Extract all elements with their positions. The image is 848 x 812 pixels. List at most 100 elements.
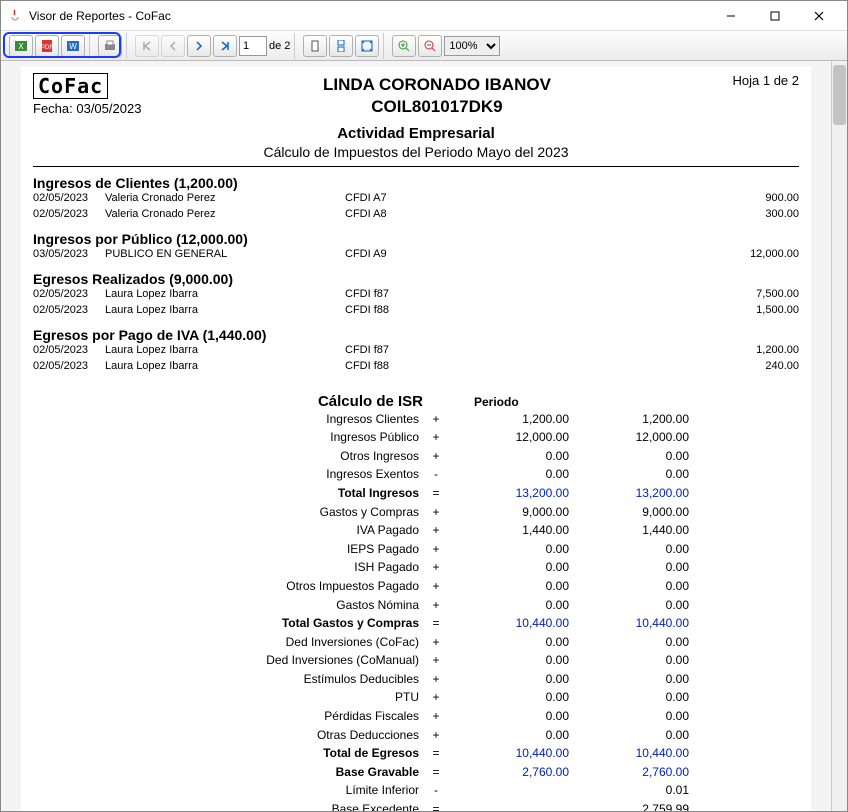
isr-op: +: [423, 651, 449, 670]
app-window: Visor de Reportes - CoFac X PDF W de 2: [0, 0, 848, 812]
isr-op: =: [423, 763, 449, 782]
vertical-scrollbar[interactable]: [831, 61, 847, 811]
isr-value-1: 0.00: [449, 447, 569, 466]
isr-label: Ingresos Clientes: [113, 410, 423, 429]
isr-row: Ded Inversiones (CoManual)+0.000.00: [113, 651, 799, 670]
isr-value-1: 0.00: [449, 633, 569, 652]
isr-label: Ded Inversiones (CoFac): [113, 633, 423, 652]
isr-row: Límite Inferior-0.01: [113, 781, 799, 800]
isr-op: =: [423, 614, 449, 633]
isr-value-2: 0.00: [569, 688, 689, 707]
isr-label: Base Excedente: [113, 800, 423, 811]
row-amount: 7,500.00: [715, 287, 799, 303]
isr-value-2: 10,440.00: [569, 744, 689, 763]
isr-value-1: 0.00: [449, 577, 569, 596]
isr-row: PTU+0.000.00: [113, 688, 799, 707]
isr-value-2: 2,759.99: [569, 800, 689, 811]
export-group: X PDF W: [5, 33, 90, 59]
isr-row: Otros Ingresos+0.000.00: [113, 447, 799, 466]
isr-label: ISH Pagado: [113, 558, 423, 577]
separator: [33, 166, 799, 167]
isr-value-1: 0.00: [449, 651, 569, 670]
java-icon: [7, 8, 23, 24]
isr-value-1: 0.00: [449, 540, 569, 559]
zoom-select[interactable]: 100%: [444, 36, 500, 56]
section-title: Egresos por Pago de IVA (1,440.00): [33, 327, 799, 343]
isr-label: Otras Deducciones: [113, 726, 423, 745]
isr-value-1: 12,000.00: [449, 428, 569, 447]
page-number-input[interactable]: [239, 36, 267, 56]
isr-label: Gastos y Compras: [113, 503, 423, 522]
continuous-page-button[interactable]: [329, 35, 353, 57]
isr-op: +: [423, 447, 449, 466]
close-button[interactable]: [797, 2, 841, 30]
isr-op: +: [423, 688, 449, 707]
isr-row: IVA Pagado+1,440.001,440.00: [113, 521, 799, 540]
isr-op: -: [423, 465, 449, 484]
row-name: Laura Lopez Ibarra: [105, 303, 345, 319]
isr-op: +: [423, 633, 449, 652]
export-excel-button[interactable]: X: [9, 35, 33, 57]
isr-row: Ingresos Clientes+1,200.001,200.00: [113, 410, 799, 429]
row-name: Laura Lopez Ibarra: [105, 359, 345, 375]
minimize-button[interactable]: [709, 2, 753, 30]
isr-value-2: 0.00: [569, 596, 689, 615]
scrollbar-thumb[interactable]: [833, 65, 846, 125]
row-cfdi: CFDI f87: [345, 287, 485, 303]
row-amount: 12,000.00: [715, 247, 799, 263]
isr-label: Otros Impuestos Pagado: [113, 577, 423, 596]
print-button[interactable]: [98, 35, 122, 57]
isr-op: -: [423, 781, 449, 800]
isr-label: Base Gravable: [113, 763, 423, 782]
isr-value-1: 0.00: [449, 596, 569, 615]
fit-page-button[interactable]: [355, 35, 379, 57]
isr-row: Ded Inversiones (CoFac)+0.000.00: [113, 633, 799, 652]
isr-value-1: 0.00: [449, 688, 569, 707]
next-page-button[interactable]: [187, 35, 211, 57]
row-amount: 900.00: [715, 191, 799, 207]
isr-row: Total Gastos y Compras=10,440.0010,440.0…: [113, 614, 799, 633]
isr-value-2: 1,440.00: [569, 521, 689, 540]
isr-label: Pérdidas Fiscales: [113, 707, 423, 726]
svg-text:PDF: PDF: [41, 45, 53, 51]
isr-label: Total Gastos y Compras: [113, 614, 423, 633]
isr-value-1: 0.00: [449, 465, 569, 484]
export-word-button[interactable]: W: [61, 35, 85, 57]
zoom-in-button[interactable]: [392, 35, 416, 57]
zoom-out-button[interactable]: [418, 35, 442, 57]
single-page-button[interactable]: [303, 35, 327, 57]
isr-value-2: 9,000.00: [569, 503, 689, 522]
report-page: CoFac Fecha: 03/05/2023 LINDA CORONADO I…: [21, 67, 811, 811]
isr-label: PTU: [113, 688, 423, 707]
detail-row: 02/05/2023Valeria Cronado PerezCFDI A790…: [33, 191, 799, 207]
view-group: [299, 33, 384, 59]
subtitle: Cálculo de Impuestos del Periodo Mayo de…: [33, 144, 799, 160]
last-page-button[interactable]: [213, 35, 237, 57]
logo: CoFac: [33, 73, 108, 99]
isr-value-2: 13,200.00: [569, 484, 689, 503]
isr-value-2: 2,760.00: [569, 763, 689, 782]
row-cfdi: CFDI A7: [345, 191, 485, 207]
export-pdf-button[interactable]: PDF: [35, 35, 59, 57]
isr-row: Total de Egresos=10,440.0010,440.00: [113, 744, 799, 763]
isr-title: Cálculo de ISR: [113, 393, 423, 410]
isr-label: Total Ingresos: [113, 484, 423, 503]
isr-value-1: 10,440.00: [449, 614, 569, 633]
page-scroll[interactable]: CoFac Fecha: 03/05/2023 LINDA CORONADO I…: [1, 61, 831, 811]
toolbar: X PDF W de 2: [1, 31, 847, 61]
svg-text:X: X: [18, 42, 24, 51]
isr-row: Base Gravable=2,760.002,760.00: [113, 763, 799, 782]
row-name: Valeria Cronado Perez: [105, 191, 345, 207]
isr-value-1: 0.00: [449, 726, 569, 745]
prev-page-button[interactable]: [161, 35, 185, 57]
isr-row: Ingresos Público+12,000.0012,000.00: [113, 428, 799, 447]
detail-row: 02/05/2023Laura Lopez IbarraCFDI f871,20…: [33, 343, 799, 359]
first-page-button[interactable]: [135, 35, 159, 57]
maximize-button[interactable]: [753, 2, 797, 30]
isr-row: Otras Deducciones+0.000.00: [113, 726, 799, 745]
isr-section: Cálculo de ISR Periodo Ingresos Clientes…: [33, 393, 799, 811]
row-amount: 1,500.00: [715, 303, 799, 319]
isr-value-2: 0.00: [569, 726, 689, 745]
isr-op: +: [423, 670, 449, 689]
section-title: Ingresos de Clientes (1,200.00): [33, 175, 799, 191]
